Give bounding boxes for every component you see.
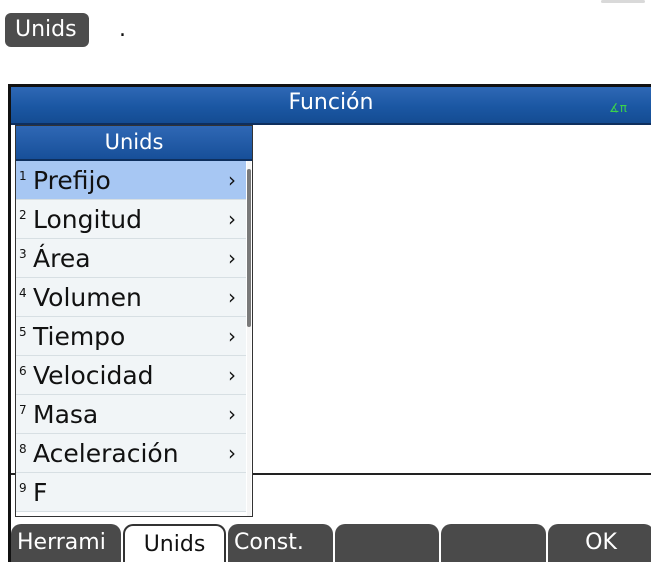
menu-item-partial[interactable]: 9 F bbox=[16, 473, 246, 512]
chevron-right-icon: › bbox=[228, 441, 236, 465]
menu-item-number: 6 bbox=[19, 364, 27, 378]
menu-item-number: 8 bbox=[19, 442, 27, 456]
chevron-right-icon: › bbox=[228, 285, 236, 309]
menu-item-label: Tiempo bbox=[33, 321, 126, 351]
menu-item-masa[interactable]: 7 Masa › bbox=[16, 395, 246, 434]
units-menu: Unids 1 Prefijo › 2 Longitud › 3 Área › … bbox=[15, 125, 253, 517]
menu-item-number: 3 bbox=[19, 247, 27, 261]
chevron-right-icon: › bbox=[228, 168, 236, 192]
menu-item-label: Aceleración bbox=[33, 438, 179, 468]
chevron-right-icon: › bbox=[228, 207, 236, 231]
menu-item-aceleracion[interactable]: 8 Aceleración › bbox=[16, 434, 246, 473]
menu-title: Unids bbox=[16, 126, 252, 161]
softkey-empty-1[interactable] bbox=[335, 524, 439, 562]
menu-item-number: 2 bbox=[19, 208, 27, 222]
menu-item-volumen[interactable]: 4 Volumen › bbox=[16, 278, 246, 317]
top-right-key-edge bbox=[601, 0, 645, 3]
app-title: Función bbox=[288, 90, 374, 115]
menu-item-velocidad[interactable]: 6 Velocidad › bbox=[16, 356, 246, 395]
menu-list: 1 Prefijo › 2 Longitud › 3 Área › 4 Volu… bbox=[16, 161, 246, 521]
softkey-unids[interactable]: Unids bbox=[123, 524, 226, 562]
calculator-screen: Función ∡π Unids 1 Prefijo › 2 Longitud … bbox=[8, 84, 651, 562]
menu-item-number: 9 bbox=[19, 481, 27, 495]
menu-item-label: Masa bbox=[33, 399, 99, 429]
chevron-right-icon: › bbox=[228, 363, 236, 387]
chevron-right-icon: › bbox=[228, 402, 236, 426]
angle-mode-indicator: ∡π bbox=[609, 101, 627, 115]
softkey-empty-2[interactable] bbox=[441, 524, 546, 562]
menu-item-prefijo[interactable]: 1 Prefijo › bbox=[16, 161, 246, 200]
menu-item-number: 5 bbox=[19, 325, 27, 339]
menu-item-number: 1 bbox=[19, 169, 27, 183]
softkey-bar: Herrami Unids Const. OK bbox=[11, 524, 651, 565]
softkey-herrami[interactable]: Herrami bbox=[11, 524, 121, 562]
sentence-period: . bbox=[119, 17, 126, 42]
scroll-thumb[interactable] bbox=[247, 169, 251, 327]
menu-item-area[interactable]: 3 Área › bbox=[16, 239, 246, 278]
units-key-chip: Unids bbox=[5, 13, 89, 47]
chevron-right-icon: › bbox=[228, 246, 236, 270]
menu-item-label: Volumen bbox=[33, 282, 142, 312]
menu-item-label: F bbox=[33, 477, 48, 507]
menu-item-number: 4 bbox=[19, 286, 27, 300]
menu-item-tiempo[interactable]: 5 Tiempo › bbox=[16, 317, 246, 356]
softkey-const[interactable]: Const. bbox=[228, 524, 333, 562]
menu-item-label: Longitud bbox=[33, 204, 142, 234]
menu-item-label: Velocidad bbox=[33, 360, 154, 390]
menu-item-label: Prefijo bbox=[33, 165, 111, 195]
softkey-ok[interactable]: OK bbox=[548, 524, 651, 562]
top-instruction-strip: Unids . bbox=[0, 0, 651, 70]
menu-item-label: Área bbox=[33, 243, 91, 273]
menu-scrollbar[interactable] bbox=[247, 161, 251, 516]
title-bar: Función ∡π bbox=[11, 87, 651, 125]
menu-item-longitud[interactable]: 2 Longitud › bbox=[16, 200, 246, 239]
chevron-right-icon: › bbox=[228, 324, 236, 348]
menu-item-number: 7 bbox=[19, 403, 27, 417]
